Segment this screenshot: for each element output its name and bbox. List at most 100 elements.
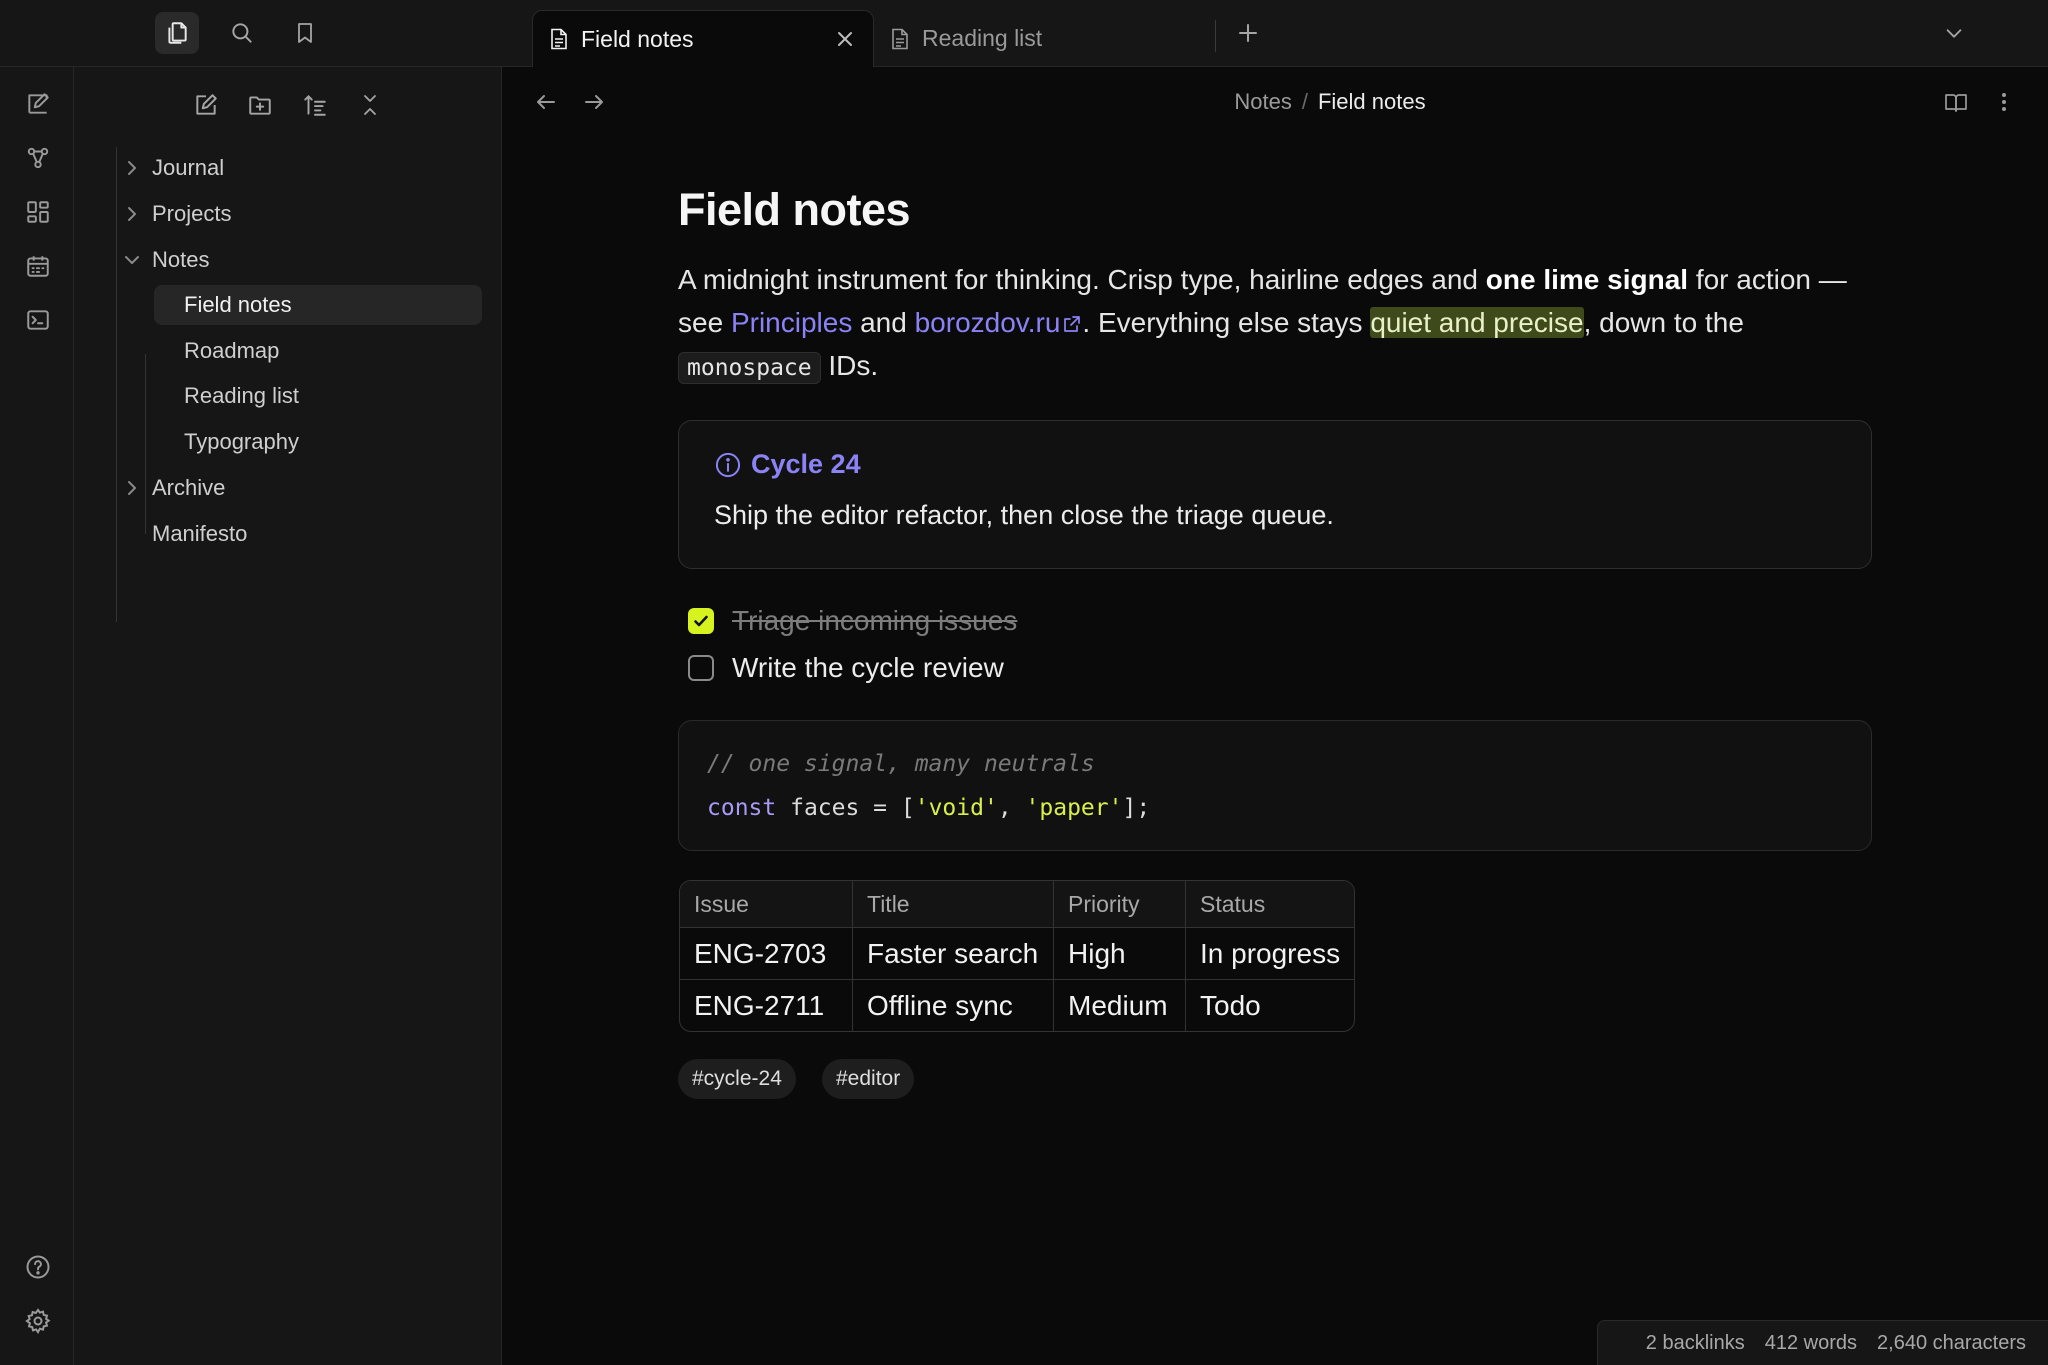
intro-text: A midnight instrument for thinking. Cris… (678, 264, 1486, 295)
help-button[interactable] (18, 1247, 58, 1287)
task-text: Triage incoming issues (732, 605, 1018, 636)
breadcrumb-separator: / (1301, 89, 1308, 114)
file-explorer: Journal Projects Notes Field notes Roadm… (74, 67, 502, 1365)
folder-label: Notes (152, 247, 210, 272)
link-principles[interactable]: Principles (731, 307, 852, 338)
graph-view-button[interactable] (18, 138, 58, 178)
inline-code: monospace (678, 352, 821, 384)
breadcrumb-parent[interactable]: Notes (1234, 89, 1291, 115)
breadcrumb: Notes / Field notes (1100, 84, 1560, 120)
info-icon (714, 451, 742, 479)
more-vertical-icon (2002, 93, 2006, 111)
task-checkbox[interactable] (688, 608, 714, 634)
link-external[interactable]: borozdov.ru (915, 307, 1083, 338)
table-cell[interactable]: In progress (1186, 928, 1355, 980)
folder-label: Journal (152, 155, 225, 180)
tag-editor[interactable]: #editor (822, 1059, 915, 1099)
back-button[interactable] (528, 84, 564, 120)
help-icon (26, 1255, 50, 1279)
search-icon (229, 20, 255, 46)
folder-notes[interactable]: Notes (122, 240, 422, 280)
table-header-row: Issue Title Priority Status (680, 881, 1355, 928)
table-row: ENG-2703 Faster search High In progress (680, 928, 1355, 980)
tab-field-notes[interactable]: Field notes (532, 10, 874, 67)
tab-reading-list[interactable]: Reading list (874, 10, 1214, 67)
bookmarks-view-button[interactable] (283, 12, 327, 54)
file-manifesto[interactable]: Manifesto (122, 514, 422, 554)
file-label: Field notes (184, 292, 292, 317)
new-tab-button[interactable] (1226, 12, 1270, 54)
chevron-right-icon (128, 207, 136, 221)
code-string: 'paper' (1025, 795, 1123, 821)
external-link-icon (1064, 316, 1081, 332)
task-text: Write the cycle review (732, 652, 1004, 683)
canvas-button[interactable] (18, 192, 58, 232)
dashboard-icon (27, 201, 49, 223)
column-header-status: Status (1186, 881, 1355, 928)
link-external-text: borozdov.ru (914, 307, 1061, 338)
column-header-title: Title (853, 881, 1054, 928)
breadcrumb-current[interactable]: Field notes (1318, 89, 1426, 115)
word-count: 412 words (1764, 1331, 1858, 1354)
files-view-button[interactable] (155, 12, 199, 54)
chevron-down-icon (125, 256, 139, 264)
new-folder-button[interactable] (240, 85, 280, 125)
close-tab-button[interactable] (831, 25, 859, 53)
intro-text: . Everything else stays (1082, 307, 1371, 338)
table-cell[interactable]: Todo (1186, 980, 1354, 1031)
calendar-icon (27, 256, 49, 277)
file-label: Reading list (184, 383, 299, 408)
intro-paragraph: A midnight instrument for thinking. Cris… (678, 258, 1878, 390)
table-cell[interactable]: ENG-2703 (680, 928, 853, 980)
file-typography[interactable]: Typography (154, 422, 482, 462)
terminal-icon (27, 310, 49, 330)
close-icon (838, 32, 852, 46)
ribbon (0, 67, 74, 1365)
files-icon (164, 20, 190, 46)
daily-note-button[interactable] (18, 246, 58, 286)
folder-archive[interactable]: Archive (122, 468, 422, 508)
task-item: Triage incoming issues (688, 603, 1017, 639)
table-cell[interactable]: Offline sync (853, 980, 1054, 1031)
code-string: 'void' (914, 795, 998, 821)
callout-body: Ship the editor refactor, then close the… (714, 500, 1334, 530)
reading-view-button[interactable] (1938, 84, 1974, 120)
code-keyword: const (707, 795, 777, 821)
file-roadmap[interactable]: Roadmap (154, 331, 482, 371)
file-field-notes[interactable]: Field notes (154, 285, 482, 325)
more-options-button[interactable] (1986, 84, 2022, 120)
new-note-button[interactable] (186, 85, 226, 125)
table-cell[interactable]: Medium (1054, 980, 1186, 1031)
forward-button[interactable] (576, 84, 612, 120)
table-cell[interactable]: ENG-2711 (680, 980, 853, 1031)
tag-cycle-24[interactable]: #cycle-24 (678, 1059, 796, 1099)
column-header-priority: Priority (1054, 881, 1186, 928)
check-icon (694, 615, 708, 627)
collapse-all-button[interactable] (350, 85, 390, 125)
task-checkbox[interactable] (688, 655, 714, 681)
tab-list-button[interactable] (1932, 12, 1976, 54)
highlighted-text: quiet and precise (1370, 307, 1584, 338)
edit-icon (196, 94, 217, 115)
chevron-right-icon (128, 161, 136, 175)
backlinks-count[interactable]: 2 backlinks (1646, 1332, 1745, 1355)
document-icon (890, 28, 910, 50)
tab-title: Field notes (581, 25, 694, 52)
folder-projects[interactable]: Projects (122, 194, 422, 234)
table-cell[interactable]: Faster search (853, 928, 1054, 980)
code-line: const faces = ['void', 'paper']; (707, 795, 1150, 821)
code-block: // one signal, many neutrals const faces… (678, 720, 1872, 851)
table-cell[interactable]: High (1054, 928, 1186, 980)
new-note-button[interactable] (18, 84, 58, 124)
code-punctuation: ]; (1122, 795, 1151, 821)
arrow-right-icon (585, 95, 603, 109)
folder-journal[interactable]: Journal (122, 148, 422, 188)
table-row: ENG-2711 Offline sync Medium Todo (680, 980, 1354, 1031)
file-label: Manifesto (152, 521, 248, 546)
sort-button[interactable] (295, 85, 335, 125)
file-reading-list[interactable]: Reading list (154, 376, 482, 416)
search-view-button[interactable] (220, 12, 264, 54)
page-title: Field notes (678, 184, 911, 235)
settings-button[interactable] (18, 1301, 58, 1341)
terminal-button[interactable] (18, 300, 58, 340)
